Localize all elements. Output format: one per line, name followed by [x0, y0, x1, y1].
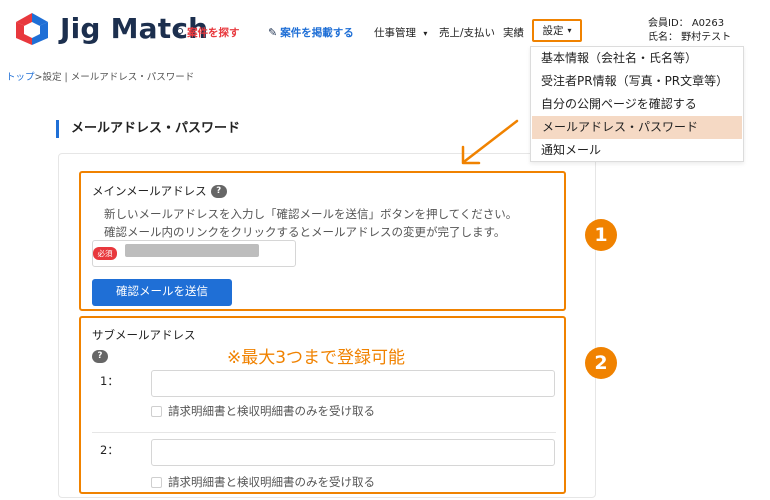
- callout-number-2: 2: [585, 347, 617, 379]
- nav-results[interactable]: 実績: [503, 25, 524, 40]
- search-icon: ⚲: [176, 26, 185, 39]
- checkbox[interactable]: [151, 405, 162, 417]
- checkbox[interactable]: [151, 476, 162, 488]
- checkbox-label: 請求明細書と検収明細書のみを受け取る: [168, 475, 375, 489]
- nav-post-job[interactable]: ✎ 案件を掲載する: [268, 25, 354, 40]
- member-id: 会員ID： A0263: [648, 18, 725, 29]
- nav-post-job-label: 案件を掲載する: [280, 27, 354, 39]
- sub-email-label: サブメールアドレス: [92, 328, 196, 342]
- jig-match-logo-icon: [16, 13, 48, 45]
- breadcrumb-top-link[interactable]: トップ: [6, 72, 35, 83]
- menu-item-public-page[interactable]: 自分の公開ページを確認する: [531, 93, 743, 116]
- caret-down-icon: ▾: [567, 26, 572, 35]
- required-badge: 必須: [93, 247, 117, 260]
- nav-job-management-label: 仕事管理: [374, 27, 416, 39]
- menu-item-email-password[interactable]: メールアドレス・パスワード: [532, 116, 742, 139]
- sub-email-input-2[interactable]: [151, 439, 555, 466]
- main-email-desc-1: 新しいメールアドレスを入力し「確認メールを送信」ボタンを押してください。: [104, 207, 518, 221]
- member-info: 会員ID： A0263 氏名： 野村テスト: [648, 17, 731, 45]
- row-divider: [92, 432, 556, 433]
- sub-email-input-1[interactable]: [151, 370, 555, 397]
- send-confirmation-button[interactable]: 確認メールを送信: [92, 279, 232, 306]
- help-icon[interactable]: ?: [210, 185, 227, 198]
- checkbox-label: 請求明細書と検収明細書のみを受け取る: [168, 404, 375, 418]
- invoice-only-option-2[interactable]: 請求明細書と検収明細書のみを受け取る: [151, 474, 375, 490]
- nav-find-jobs[interactable]: ⚲ 案件を探す: [176, 25, 240, 40]
- main-email-desc-2: 確認メール内のリンクをクリックするとメールアドレスの変更が完了します。: [104, 225, 506, 239]
- member-name: 氏名： 野村テスト: [648, 32, 732, 43]
- sub-email-row-number: 2：: [100, 443, 119, 457]
- invoice-only-option-1[interactable]: 請求明細書と検収明細書のみを受け取る: [151, 403, 375, 419]
- nav-results-label: 実績: [503, 27, 524, 39]
- masked-email-value: [125, 244, 259, 257]
- pencil-icon: ✎: [268, 26, 278, 39]
- max-three-annotation: ※最大3つまで登録可能: [227, 348, 406, 368]
- page-title: メールアドレス・パスワード: [56, 120, 240, 138]
- nav-sales-payments-label: 売上/支払い: [439, 27, 496, 39]
- nav-sales-payments[interactable]: 売上/支払い: [439, 25, 495, 40]
- callout-number-1: 1: [585, 219, 617, 251]
- breadcrumb: トップ>設定 | メールアドレス・パスワード: [6, 69, 194, 83]
- breadcrumb-rest: >設定 | メールアドレス・パスワード: [34, 72, 195, 83]
- nav-job-management[interactable]: 仕事管理 ▾: [374, 25, 427, 40]
- nav-settings-label: 設定: [542, 25, 564, 37]
- sub-email-row-number: 1：: [100, 374, 119, 388]
- menu-item-pr-info[interactable]: 受注者PR情報（写真・PR文章等）: [531, 70, 743, 93]
- help-icon[interactable]: ?: [92, 350, 108, 363]
- caret-down-icon: ▾: [423, 29, 428, 38]
- nav-find-jobs-label: 案件を探す: [187, 27, 240, 39]
- menu-item-basic-info[interactable]: 基本情報（会社名・氏名等）: [531, 47, 743, 70]
- menu-item-notification-mail[interactable]: 通知メール: [531, 139, 743, 162]
- callout-arrow-icon: [461, 119, 519, 165]
- nav-settings-button[interactable]: 設定 ▾: [532, 19, 582, 42]
- settings-dropdown-menu: 基本情報（会社名・氏名等） 受注者PR情報（写真・PR文章等） 自分の公開ページ…: [530, 46, 744, 162]
- main-email-label: メインメールアドレス?: [92, 183, 227, 199]
- main-email-label-text: メインメールアドレス: [92, 184, 207, 198]
